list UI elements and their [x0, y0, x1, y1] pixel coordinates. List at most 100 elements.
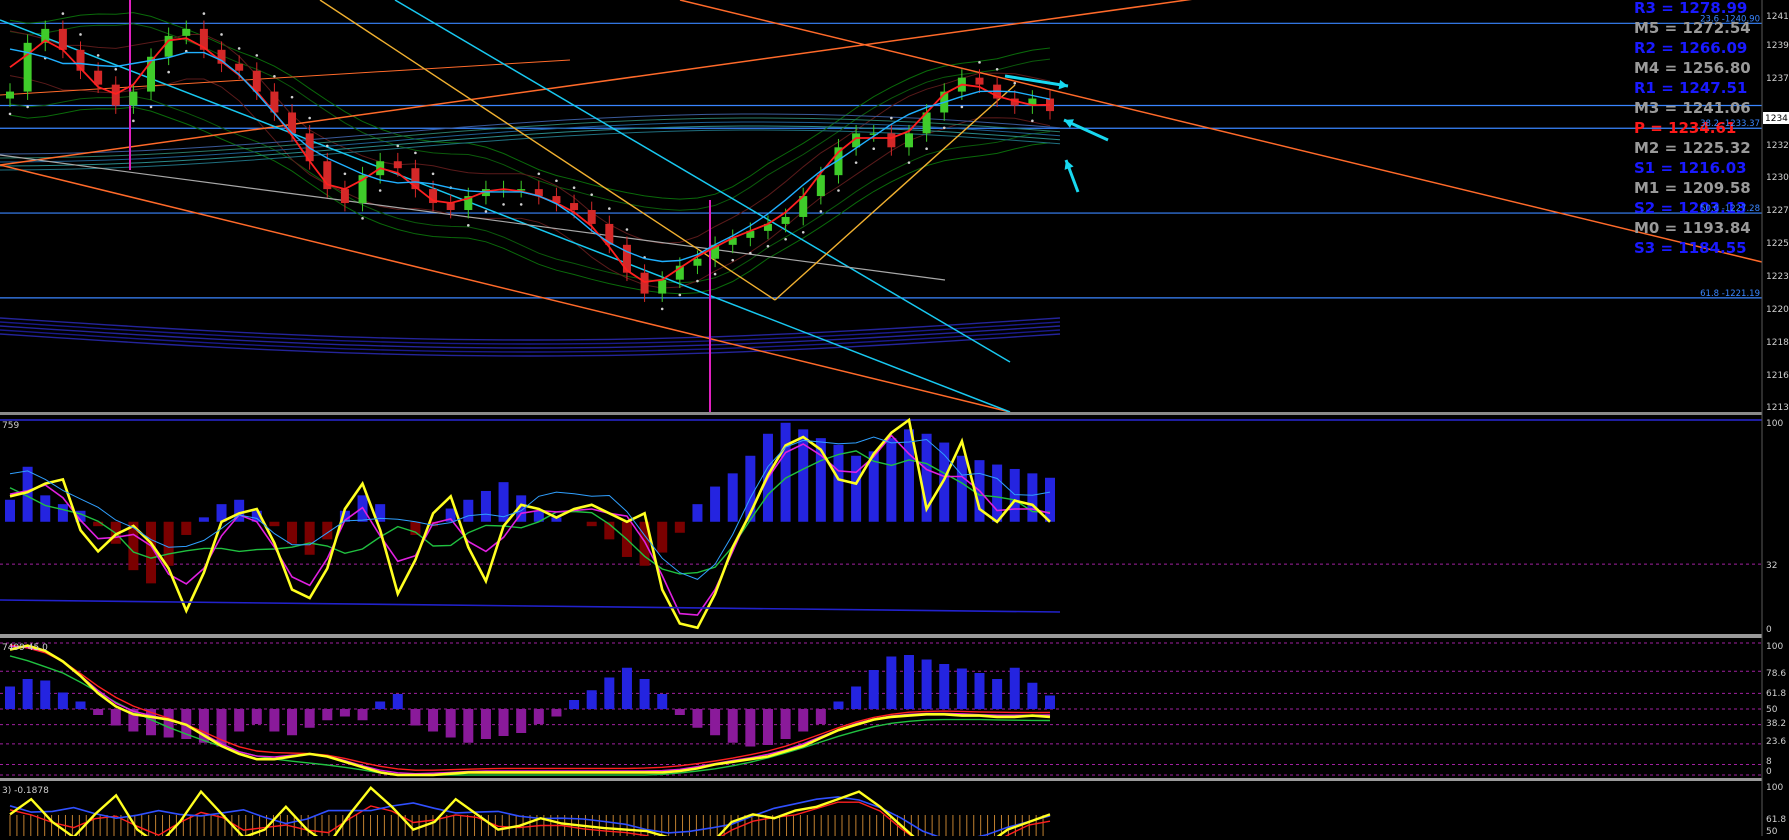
candle-body — [235, 63, 244, 71]
histogram-bar — [234, 709, 245, 732]
psar-dot — [696, 279, 699, 283]
osc1-header: 759 — [2, 421, 19, 431]
histogram-bar — [463, 499, 474, 522]
histogram-bar — [657, 521, 668, 553]
histogram-bar — [815, 709, 826, 724]
histogram-bar — [181, 521, 192, 535]
candle-body — [622, 244, 631, 273]
histogram-bar — [516, 709, 527, 733]
price-tick-label: 1213 — [1766, 403, 1789, 413]
histogram-bar — [463, 709, 474, 743]
psar-dot — [431, 172, 435, 176]
histogram-bar — [604, 677, 615, 709]
pivot-level-label: M3 = 1241.06 — [1634, 99, 1751, 117]
price-tick-label: 1216 — [1766, 371, 1789, 381]
price-tick-label: 1225 — [1766, 239, 1789, 249]
fib-level-label: 38.2 -1233.37 — [1700, 119, 1760, 129]
histogram-bar — [269, 709, 280, 732]
osc-tick-label: 0 — [1766, 625, 1772, 635]
histogram-bar — [287, 709, 298, 736]
psar-dot — [537, 172, 541, 176]
psar-dot — [484, 210, 488, 213]
histogram-bar — [780, 422, 791, 522]
candle-body — [164, 35, 173, 57]
price-tick-label: 1239 — [1766, 41, 1789, 51]
histogram-bar — [586, 690, 597, 709]
candle-body — [393, 161, 402, 169]
osc-tick-label: 61.8 — [1766, 815, 1786, 825]
psar-dot — [995, 67, 999, 71]
osc3-header: 3) -0.1878 — [2, 786, 49, 796]
histogram-bar — [269, 521, 280, 527]
chart-canvas: 100320 10078.661.85038.223.680 10061.850… — [0, 0, 1789, 840]
psar-dot — [766, 244, 770, 248]
histogram-bar — [903, 655, 914, 709]
panel-separator — [0, 412, 1762, 415]
histogram-bar — [727, 709, 738, 743]
psar-dot — [625, 228, 629, 231]
histogram-bar — [57, 692, 68, 709]
histogram-bar — [569, 700, 580, 709]
osc-tick-label: 23.6 — [1766, 737, 1786, 747]
candle-body — [640, 272, 649, 294]
pivot-level-label: M1 = 1209.58 — [1634, 179, 1751, 197]
psar-dot — [273, 74, 276, 78]
psar-dot — [819, 210, 823, 213]
candle-body — [58, 28, 67, 50]
histogram-bar — [40, 680, 51, 709]
psar-dot — [890, 116, 893, 120]
psar-dot — [572, 186, 576, 190]
psar-dot — [79, 33, 82, 36]
histogram-bar — [992, 464, 1003, 522]
osc-tick-label: 0 — [1766, 767, 1772, 777]
candle-body — [781, 216, 790, 224]
psar-dot — [1031, 119, 1034, 123]
histogram-bar — [762, 709, 773, 745]
histogram-bar — [692, 709, 703, 728]
candle-body — [182, 28, 191, 36]
pivot-level-label: S3 = 1184.55 — [1634, 239, 1747, 257]
histogram-bar — [163, 709, 174, 738]
candle-body — [94, 70, 103, 85]
histogram-bar — [445, 709, 456, 738]
current-price-label: 1234 — [1765, 114, 1788, 124]
psar-dot — [149, 105, 153, 109]
histogram-bar — [639, 679, 650, 709]
histogram-bar — [851, 455, 862, 522]
psar-dot — [202, 12, 206, 15]
candle-body — [658, 279, 667, 294]
psar-dot — [555, 179, 558, 183]
psar-dot — [960, 105, 964, 109]
histogram-bar — [375, 701, 386, 709]
psar-dot — [854, 161, 858, 164]
candle-body — [570, 203, 579, 210]
osc-tick-label: 38.2 — [1766, 719, 1786, 729]
histogram-bar — [533, 709, 544, 724]
histogram-bar — [5, 686, 15, 709]
histogram-bar — [357, 709, 368, 721]
psar-dot — [713, 272, 717, 276]
price-tick-label: 1237 — [1766, 74, 1789, 84]
histogram-bar — [886, 438, 897, 522]
histogram-bar — [710, 486, 721, 522]
candle-body — [6, 91, 14, 99]
osc-tick-label: 8 — [1766, 757, 1772, 767]
panel-separator — [0, 778, 1762, 781]
psar-dot — [467, 224, 470, 227]
price-tick-label: 1241 — [1766, 12, 1789, 22]
histogram-bar — [833, 701, 844, 709]
psar-dot — [801, 230, 805, 234]
histogram-bar — [392, 694, 403, 709]
histogram-bar — [1027, 473, 1038, 522]
candle-body — [693, 258, 702, 266]
histogram-bar — [304, 521, 315, 555]
price-tick-label: 1223 — [1766, 272, 1789, 282]
histogram-bar — [710, 709, 721, 736]
histogram-bar — [657, 694, 668, 709]
psar-dot — [414, 151, 417, 155]
candle-body — [587, 210, 596, 224]
histogram-bar — [498, 709, 509, 736]
histogram-bar — [886, 656, 897, 709]
osc-tick-label: 50 — [1766, 827, 1778, 836]
trading-chart: 100 32 0 100 78.6 61.8 50 38.2 23.6 8 0 100 61.8 50… — [0, 0, 1789, 840]
